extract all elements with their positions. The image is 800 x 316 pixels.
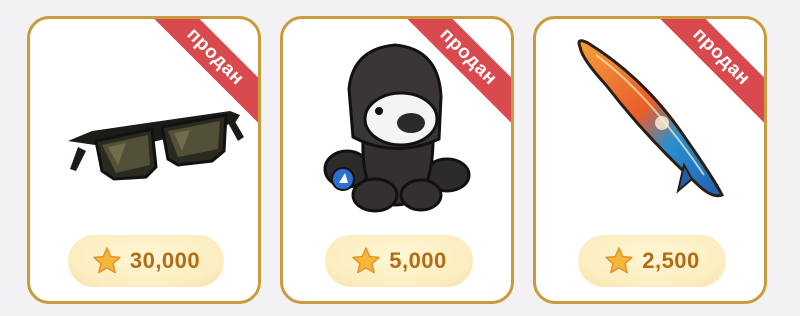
surfboard-icon (577, 39, 725, 198)
gift-card-plush[interactable]: продан 5,000 (280, 16, 514, 304)
price-badge[interactable]: 30,000 (68, 235, 224, 287)
price-amount: 5,000 (389, 248, 447, 273)
sunglasses-icon (68, 111, 244, 181)
hooded-plush-icon (323, 43, 471, 213)
gift-card-sunglasses[interactable]: продан 30,000 (27, 16, 261, 304)
star-icon (93, 247, 121, 274)
price-badge[interactable]: 5,000 (325, 235, 473, 287)
price-amount: 2,500 (642, 248, 700, 273)
star-icon (352, 247, 380, 274)
gift-card-surfboard[interactable]: продан 2,500 (533, 16, 767, 304)
star-icon (605, 247, 633, 274)
price-amount: 30,000 (129, 248, 201, 273)
price-badge[interactable]: 2,500 (578, 235, 726, 287)
